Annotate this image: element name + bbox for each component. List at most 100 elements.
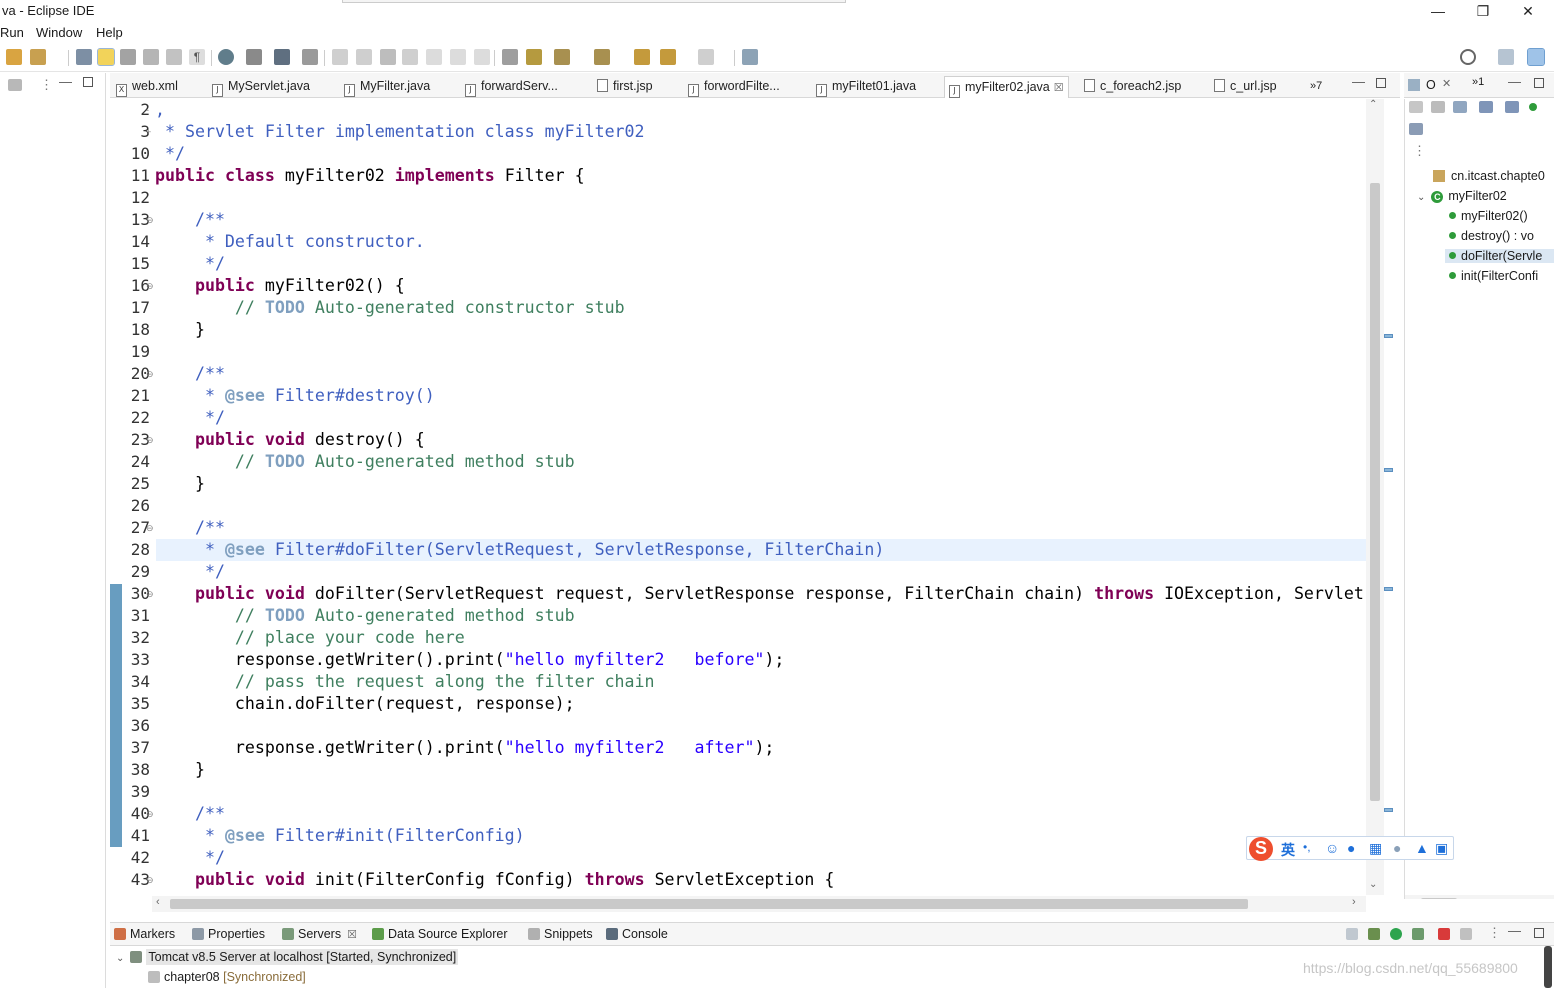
- code-line[interactable]: 22 */: [110, 407, 1366, 429]
- ime-toolbar[interactable]: S 英 •, ☺ ● ▦ ● ▲ ▣: [1246, 836, 1454, 861]
- minimize-outline-icon[interactable]: —: [1508, 74, 1521, 89]
- code-text[interactable]: public void doFilter(ServletRequest requ…: [155, 583, 1364, 605]
- view-menu-icon[interactable]: ⋮: [40, 77, 53, 93]
- code-line[interactable]: 38 }: [110, 759, 1366, 781]
- tab-web-xml[interactable]: Xweb.xml: [116, 76, 178, 98]
- minimize-view-icon[interactable]: —: [59, 74, 72, 89]
- code-line[interactable]: 33 response.getWriter().print("hello myf…: [110, 649, 1366, 671]
- grid-icon[interactable]: ▣: [1435, 840, 1448, 857]
- code-line[interactable]: 27 ⊖ /**: [110, 517, 1366, 539]
- code-line[interactable]: 29 */: [110, 561, 1366, 583]
- tab-markers[interactable]: Markers: [114, 927, 175, 941]
- console-icon[interactable]: [274, 49, 290, 65]
- pilcrow-icon[interactable]: ¶: [189, 49, 205, 65]
- code-line[interactable]: 23 ⊖ public void destroy() {: [110, 429, 1366, 451]
- code-text[interactable]: */: [155, 143, 185, 165]
- stop-server-icon[interactable]: [1438, 928, 1450, 940]
- search-icon[interactable]: [1460, 49, 1476, 65]
- code-line[interactable]: 18 }: [110, 319, 1366, 341]
- back-arrow-icon[interactable]: [660, 49, 676, 65]
- tab-data-source-explorer[interactable]: Data Source Explorer: [372, 927, 508, 941]
- code-text[interactable]: /**: [155, 209, 225, 231]
- code-text[interactable]: * @see Filter#doFilter(ServletRequest, S…: [155, 539, 884, 561]
- code-text[interactable]: public void destroy() {: [155, 429, 425, 451]
- chevron-down-icon[interactable]: ⌄: [116, 953, 124, 964]
- code-line[interactable]: 39: [110, 781, 1366, 803]
- wand-icon[interactable]: [30, 49, 46, 65]
- scroll-right-icon[interactable]: ›: [1352, 896, 1356, 908]
- outline-constructor[interactable]: myFilter02(): [1449, 209, 1528, 223]
- terminate-icon[interactable]: [380, 49, 396, 65]
- java-ee-perspective-icon[interactable]: [1527, 48, 1545, 66]
- fold-toggle-icon[interactable]: ⊖: [146, 363, 154, 385]
- fold-toggle-icon[interactable]: ⊖: [146, 803, 154, 825]
- editor-vertical-scrollbar[interactable]: ⌃ ⌄: [1366, 99, 1384, 895]
- profile-server-icon[interactable]: [1412, 928, 1424, 940]
- code-line[interactable]: 26: [110, 495, 1366, 517]
- annotation-icon[interactable]: [526, 49, 542, 65]
- forward-arrow-icon[interactable]: [698, 49, 714, 65]
- code-line[interactable]: 42 */: [110, 847, 1366, 869]
- fold-toggle-icon[interactable]: +: [146, 121, 151, 143]
- keyboard-icon[interactable]: ▦: [1369, 840, 1382, 857]
- disconnect-icon[interactable]: [402, 49, 418, 65]
- code-line[interactable]: 31 // TODO Auto-generated method stub: [110, 605, 1366, 627]
- tab-console[interactable]: Console: [606, 927, 668, 941]
- minimize-panel-icon[interactable]: —: [1508, 923, 1521, 938]
- code-text[interactable]: // TODO Auto-generated method stub: [155, 605, 575, 627]
- ime-punct-toggle[interactable]: •,: [1303, 840, 1311, 854]
- code-text[interactable]: chain.doFilter(request, response);: [155, 693, 575, 715]
- prev-annotation-icon[interactable]: [594, 49, 610, 65]
- tab-snippets[interactable]: Snippets: [528, 927, 593, 941]
- code-text[interactable]: // pass the request along the filter cha…: [155, 671, 655, 693]
- code-text[interactable]: // TODO Auto-generated method stub: [155, 451, 575, 473]
- fold-toggle-icon[interactable]: ⊖: [146, 209, 154, 231]
- outline-menu-icon[interactable]: ⋮: [1413, 143, 1426, 159]
- scroll-down-icon[interactable]: ⌄: [1369, 879, 1377, 890]
- code-text[interactable]: response.getWriter().print("hello myfilt…: [155, 649, 784, 671]
- module-row[interactable]: chapter08 [Synchronized]: [148, 970, 306, 984]
- code-line[interactable]: 41 * @see Filter#init(FilterConfig): [110, 825, 1366, 847]
- menu-window[interactable]: Window: [36, 25, 82, 40]
- emoji-icon[interactable]: ☺: [1325, 840, 1339, 856]
- close-tab-icon[interactable]: ☒: [347, 929, 357, 941]
- minimize-button[interactable]: —: [1416, 1, 1460, 21]
- fold-toggle-icon[interactable]: ⊖: [146, 869, 154, 891]
- block-icon[interactable]: [143, 49, 159, 65]
- highlighter-icon[interactable]: [97, 48, 115, 66]
- tab-myfilter-java[interactable]: J MyFilter.java: [344, 76, 430, 98]
- step-into-icon[interactable]: [426, 49, 442, 65]
- link-editor-icon[interactable]: [1409, 123, 1423, 135]
- tab-properties[interactable]: Properties: [192, 927, 265, 941]
- tab-first-jsp[interactable]: first.jsp: [597, 76, 653, 98]
- code-line[interactable]: 28 * @see Filter#doFilter(ServletRequest…: [110, 539, 1366, 561]
- code-text[interactable]: * @see Filter#destroy(): [155, 385, 435, 407]
- code-text[interactable]: /**: [155, 363, 225, 385]
- maximize-view-icon[interactable]: [83, 77, 93, 87]
- resume-icon[interactable]: [332, 49, 348, 65]
- code-line[interactable]: 35 chain.doFilter(request, response);: [110, 693, 1366, 715]
- code-line[interactable]: 32 // place your code here: [110, 627, 1366, 649]
- collapse-all-icon[interactable]: [1409, 101, 1423, 113]
- code-line[interactable]: 14 * Default constructor.: [110, 231, 1366, 253]
- start-server-icon[interactable]: [1390, 928, 1402, 940]
- tabs-overflow-button[interactable]: »7: [1310, 76, 1322, 98]
- menu-help[interactable]: Help: [96, 25, 123, 40]
- tab-forwordfilte[interactable]: JforwordFilte...: [688, 76, 780, 98]
- minimize-editor-icon[interactable]: —: [1352, 74, 1365, 89]
- tab-myservlet-java[interactable]: J MyServlet.java: [212, 76, 310, 98]
- outline-method-destroy[interactable]: destroy() : vo: [1449, 229, 1534, 243]
- scrollbar-thumb[interactable]: [170, 899, 1248, 909]
- outline-tab-label[interactable]: O: [1426, 78, 1436, 92]
- overview-marker[interactable]: [1384, 468, 1393, 472]
- tab-servers[interactable]: Servers ☒: [282, 927, 357, 941]
- code-text[interactable]: * Servlet Filter implementation class my…: [155, 121, 645, 143]
- tab-forwardserv[interactable]: JforwardServ...: [465, 76, 558, 98]
- code-text[interactable]: * Default constructor.: [155, 231, 425, 253]
- code-text[interactable]: }: [155, 319, 205, 341]
- maximize-outline-icon[interactable]: [1534, 78, 1544, 88]
- scrollbar-thumb[interactable]: [1421, 898, 1457, 899]
- hide-fields-icon[interactable]: [1453, 101, 1467, 113]
- step-return-icon[interactable]: [474, 49, 490, 65]
- code-line[interactable]: 20 ⊖ /**: [110, 363, 1366, 385]
